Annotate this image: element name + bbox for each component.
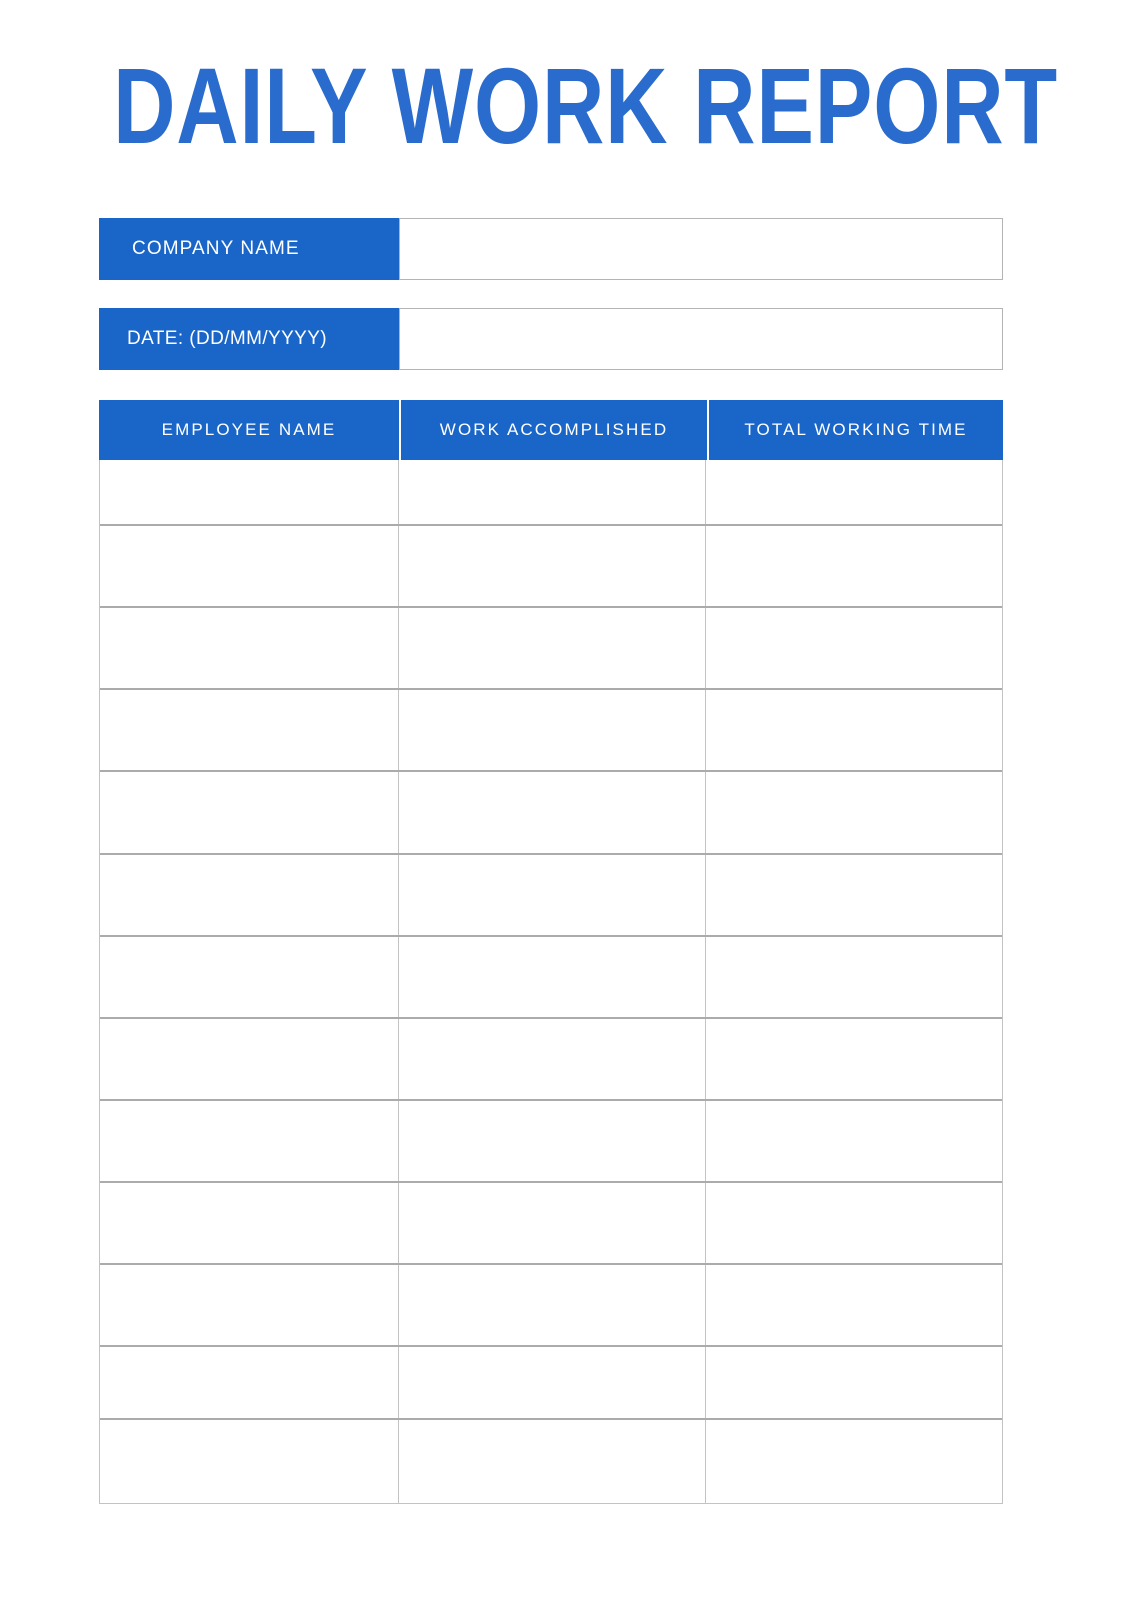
cell-total-working-time[interactable] (704, 1019, 1001, 1099)
work-report-table: EMPLOYEE NAME WORK ACCOMPLISHED TOTAL WO… (99, 400, 1003, 1504)
table-row (100, 526, 1002, 608)
cell-work-accomplished[interactable] (398, 1101, 705, 1181)
table-row (100, 1019, 1002, 1101)
cell-employee-name[interactable] (100, 690, 399, 770)
cell-work-accomplished[interactable] (398, 1019, 705, 1099)
cell-total-working-time[interactable] (704, 772, 1001, 853)
cell-total-working-time[interactable] (704, 1101, 1001, 1181)
table-row (100, 690, 1002, 772)
company-name-input[interactable] (399, 218, 1003, 280)
cell-work-accomplished[interactable] (398, 772, 705, 853)
daily-work-report-page: DAILY WORK REPORT COMPANY NAME DATE: (DD… (0, 0, 1131, 1600)
cell-employee-name[interactable] (100, 1101, 399, 1181)
date-field-row: DATE: (DD/MM/YYYY) (99, 308, 1003, 370)
table-row (100, 855, 1002, 937)
cell-employee-name[interactable] (100, 937, 399, 1017)
company-name-label: COMPANY NAME (99, 218, 399, 280)
page-title: DAILY WORK REPORT (113, 45, 1059, 166)
cell-employee-name[interactable] (100, 608, 399, 688)
table-row (100, 1420, 1002, 1503)
table-row (100, 608, 1002, 690)
cell-employee-name[interactable] (100, 526, 399, 606)
company-name-field-row: COMPANY NAME (99, 218, 1003, 280)
cell-work-accomplished[interactable] (398, 1183, 705, 1263)
cell-work-accomplished[interactable] (398, 460, 705, 524)
cell-total-working-time[interactable] (704, 1183, 1001, 1263)
cell-work-accomplished[interactable] (398, 1420, 705, 1503)
date-label: DATE: (DD/MM/YYYY) (99, 308, 399, 370)
cell-total-working-time[interactable] (704, 1265, 1001, 1345)
date-input[interactable] (399, 308, 1003, 370)
cell-employee-name[interactable] (100, 1265, 399, 1345)
cell-total-working-time[interactable] (704, 460, 1001, 524)
table-row (100, 937, 1002, 1019)
cell-work-accomplished[interactable] (398, 1265, 705, 1345)
table-row (100, 1347, 1002, 1420)
table-header-row: EMPLOYEE NAME WORK ACCOMPLISHED TOTAL WO… (99, 400, 1003, 460)
table-row (100, 772, 1002, 855)
cell-work-accomplished[interactable] (398, 1347, 705, 1418)
cell-work-accomplished[interactable] (398, 526, 705, 606)
column-header-employee-name: EMPLOYEE NAME (99, 400, 399, 460)
table-row (100, 1183, 1002, 1265)
cell-total-working-time[interactable] (704, 855, 1001, 935)
cell-employee-name[interactable] (100, 1347, 399, 1418)
cell-work-accomplished[interactable] (398, 855, 705, 935)
cell-total-working-time[interactable] (704, 690, 1001, 770)
cell-total-working-time[interactable] (704, 1420, 1001, 1503)
cell-work-accomplished[interactable] (398, 690, 705, 770)
cell-employee-name[interactable] (100, 1420, 399, 1503)
cell-employee-name[interactable] (100, 772, 399, 853)
cell-employee-name[interactable] (100, 855, 399, 935)
table-body (99, 460, 1003, 1504)
table-row (100, 460, 1002, 526)
cell-work-accomplished[interactable] (398, 608, 705, 688)
cell-total-working-time[interactable] (704, 608, 1001, 688)
cell-total-working-time[interactable] (704, 1347, 1001, 1418)
cell-work-accomplished[interactable] (398, 937, 705, 1017)
column-header-work-accomplished: WORK ACCOMPLISHED (399, 400, 707, 460)
cell-total-working-time[interactable] (704, 526, 1001, 606)
cell-employee-name[interactable] (100, 460, 399, 524)
cell-total-working-time[interactable] (704, 937, 1001, 1017)
cell-employee-name[interactable] (100, 1019, 399, 1099)
column-header-total-working-time: TOTAL WORKING TIME (707, 400, 1003, 460)
table-row (100, 1101, 1002, 1183)
cell-employee-name[interactable] (100, 1183, 399, 1263)
table-row (100, 1265, 1002, 1347)
